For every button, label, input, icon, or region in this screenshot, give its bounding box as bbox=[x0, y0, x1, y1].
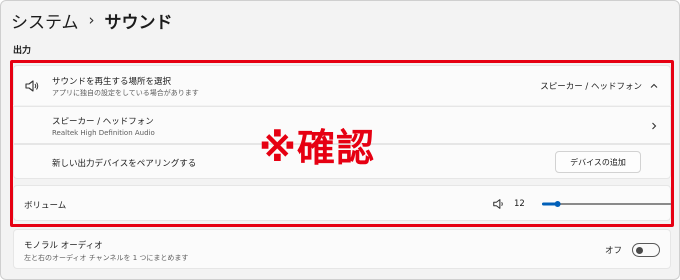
chevron-right-icon[interactable] bbox=[648, 120, 660, 132]
mono-audio-toggle[interactable] bbox=[632, 243, 660, 257]
add-device-button[interactable]: デバイスの追加 bbox=[555, 151, 641, 173]
mono-audio-state-label: オフ bbox=[604, 246, 622, 256]
mono-audio-subtitle: 左と右のオーディオ チャンネルを 1 つにまとめます bbox=[24, 254, 189, 262]
volume-slider-thumb bbox=[554, 201, 561, 207]
volume-value: 12 bbox=[514, 199, 525, 209]
volume-row: ボリューム 12 bbox=[13, 185, 672, 221]
volume-speaker-icon[interactable] bbox=[492, 197, 506, 211]
choose-output-subtitle: アプリに独自の設定をしている場合があります bbox=[52, 89, 199, 97]
pair-device-title: 新しい出力デバイスをペアリングする bbox=[52, 159, 197, 169]
speaker-device-title: スピーカー / ヘッドフォン bbox=[52, 117, 154, 127]
settings-window: システム › サウンド 出力 サウンドを再生する場所を選択 アプリに独自の設定を… bbox=[0, 0, 680, 280]
speaker-icon bbox=[25, 80, 39, 92]
breadcrumb-separator: › bbox=[88, 11, 95, 29]
speaker-device-subtitle: Realtek High Definition Audio bbox=[52, 129, 155, 137]
mono-audio-row: モノラル オーディオ 左と右のオーディオ チャンネルを 1 つにまとめます オフ bbox=[13, 229, 671, 269]
confirm-annotation: ※確認 bbox=[259, 126, 375, 170]
chevron-up-icon[interactable] bbox=[648, 80, 660, 92]
page-title: サウンド bbox=[104, 12, 173, 33]
volume-slider-track bbox=[542, 203, 672, 205]
breadcrumb: システム › サウンド bbox=[11, 7, 173, 33]
toggle-knob bbox=[636, 246, 643, 254]
volume-slider[interactable] bbox=[542, 201, 672, 207]
choose-output-row[interactable]: サウンドを再生する場所を選択 アプリに独自の設定をしている場合があります スピー… bbox=[13, 65, 671, 105]
volume-title: ボリューム bbox=[24, 201, 67, 211]
output-section-label: 出力 bbox=[13, 46, 32, 56]
choose-output-title: サウンドを再生する場所を選択 bbox=[52, 77, 172, 87]
mono-audio-title: モノラル オーディオ bbox=[24, 241, 103, 251]
selected-output-label: スピーカー / ヘッドフォン bbox=[540, 82, 642, 92]
breadcrumb-system[interactable]: システム bbox=[11, 8, 79, 33]
